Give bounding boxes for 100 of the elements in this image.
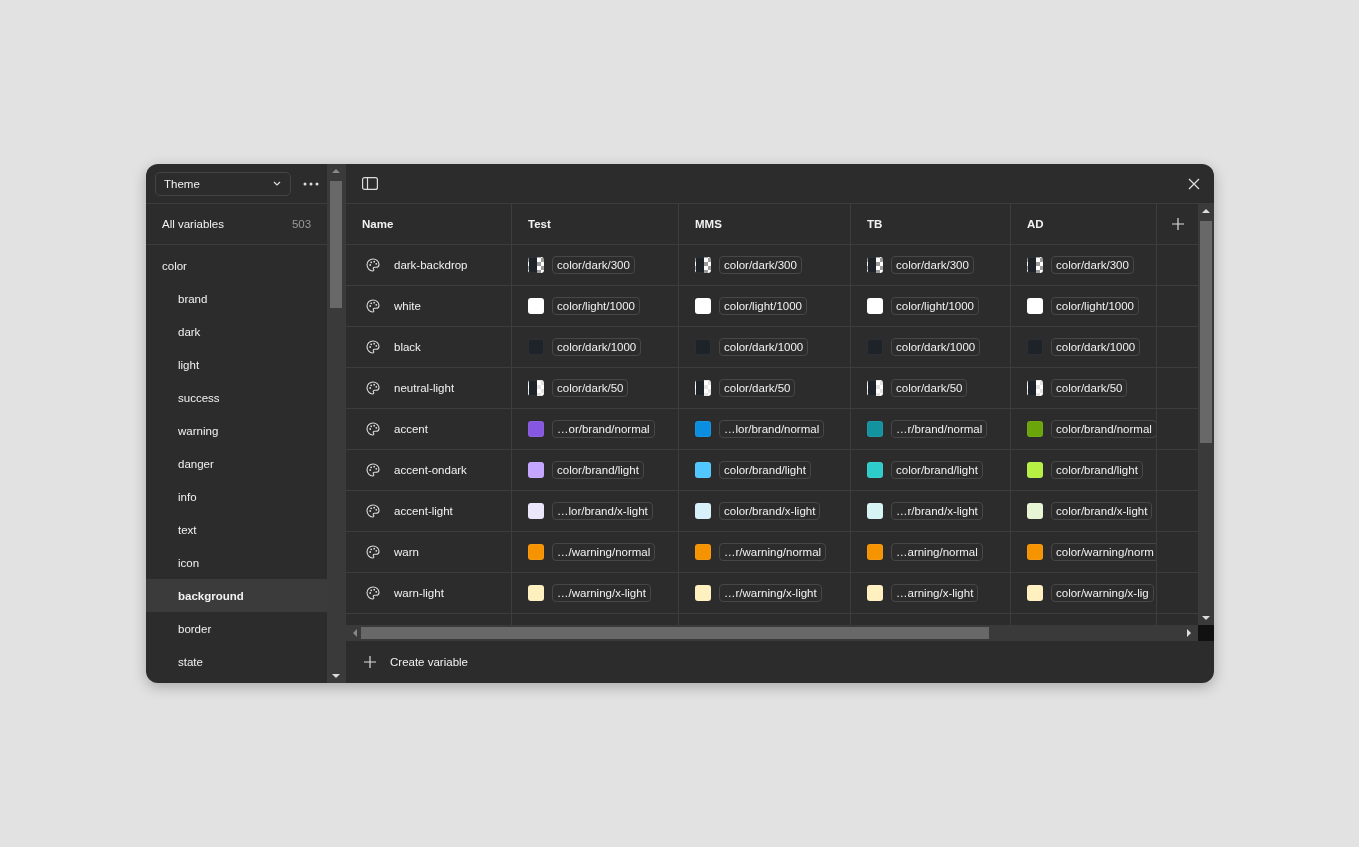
token-reference[interactable]: …r/warning/normal — [719, 543, 827, 561]
scrollbar-thumb[interactable] — [361, 627, 989, 639]
color-swatch[interactable] — [528, 585, 544, 601]
create-variable-button[interactable]: Create variable — [362, 652, 472, 672]
group-item[interactable]: success — [146, 381, 328, 414]
token-reference[interactable]: color/dark/300 — [1051, 256, 1134, 274]
color-swatch[interactable] — [528, 544, 544, 560]
token-reference[interactable]: color/brand/light — [891, 461, 983, 479]
scroll-left-arrow-icon[interactable] — [352, 629, 357, 637]
token-reference[interactable]: color/warning/x-lig — [1051, 584, 1154, 602]
color-swatch[interactable] — [867, 421, 883, 437]
color-swatch[interactable] — [867, 585, 883, 601]
token-reference[interactable]: color/brand/light — [719, 461, 811, 479]
token-reference[interactable]: color/dark/50 — [552, 379, 629, 397]
color-swatch[interactable] — [695, 585, 711, 601]
scroll-down-arrow-icon[interactable] — [1202, 616, 1210, 621]
token-reference[interactable]: color/warning/norm — [1051, 543, 1156, 561]
scroll-up-arrow-icon[interactable] — [1202, 208, 1210, 213]
collection-dropdown[interactable]: Theme — [155, 171, 291, 196]
color-swatch[interactable] — [867, 544, 883, 560]
color-swatch[interactable] — [695, 298, 711, 314]
color-swatch[interactable] — [1027, 257, 1043, 273]
token-reference[interactable]: color/brand/light — [1051, 461, 1143, 479]
color-swatch[interactable] — [528, 421, 544, 437]
horizontal-scrollbar[interactable] — [346, 625, 1198, 641]
token-reference[interactable]: …lor/brand/normal — [719, 420, 825, 438]
token-reference[interactable]: …r/brand/x-light — [891, 502, 983, 520]
group-item[interactable]: brand — [146, 282, 328, 315]
token-reference[interactable]: …arning/normal — [891, 543, 983, 561]
color-swatch[interactable] — [695, 503, 711, 519]
sidebar-scrollbar[interactable] — [327, 164, 345, 683]
color-swatch[interactable] — [528, 257, 544, 273]
token-reference[interactable]: …/warning/x-light — [552, 584, 651, 602]
color-swatch[interactable] — [1027, 421, 1043, 437]
token-reference[interactable]: color/dark/300 — [891, 256, 974, 274]
color-swatch[interactable] — [867, 298, 883, 314]
token-reference[interactable]: color/dark/50 — [891, 379, 968, 397]
token-reference[interactable]: color/dark/300 — [552, 256, 635, 274]
token-reference[interactable]: …r/warning/x-light — [719, 584, 822, 602]
token-reference[interactable]: color/brand/normal — [1051, 420, 1156, 438]
token-reference[interactable]: color/dark/1000 — [719, 338, 809, 356]
add-column-icon[interactable] — [1171, 218, 1184, 230]
color-swatch[interactable] — [1027, 585, 1043, 601]
token-reference[interactable]: color/light/1000 — [1051, 297, 1139, 315]
color-swatch[interactable] — [867, 257, 883, 273]
color-swatch[interactable] — [695, 544, 711, 560]
color-swatch[interactable] — [695, 380, 711, 396]
color-swatch[interactable] — [695, 421, 711, 437]
token-reference[interactable]: …or/brand/normal — [552, 420, 655, 438]
token-reference[interactable]: …lor/brand/x-light — [552, 502, 653, 520]
token-reference[interactable]: …r/brand/normal — [891, 420, 988, 438]
token-reference[interactable]: color/dark/1000 — [552, 338, 642, 356]
color-swatch[interactable] — [528, 380, 544, 396]
color-swatch[interactable] — [1027, 503, 1043, 519]
color-swatch[interactable] — [528, 503, 544, 519]
token-reference[interactable]: color/brand/x-light — [719, 502, 821, 520]
color-swatch[interactable] — [1027, 380, 1043, 396]
token-reference[interactable]: color/dark/50 — [719, 379, 796, 397]
group-item[interactable]: color — [146, 249, 328, 282]
color-swatch[interactable] — [528, 298, 544, 314]
color-swatch[interactable] — [1027, 462, 1043, 478]
group-item[interactable]: text — [146, 513, 328, 546]
more-options-icon[interactable] — [303, 181, 319, 186]
group-item[interactable]: light — [146, 348, 328, 381]
group-item[interactable]: warning — [146, 414, 328, 447]
color-swatch[interactable] — [1027, 544, 1043, 560]
token-reference[interactable]: color/light/1000 — [552, 297, 640, 315]
color-swatch[interactable] — [528, 462, 544, 478]
color-swatch[interactable] — [695, 462, 711, 478]
close-icon[interactable] — [1188, 177, 1200, 190]
token-reference[interactable]: color/light/1000 — [891, 297, 979, 315]
scroll-down-arrow-icon[interactable] — [332, 674, 341, 679]
group-item[interactable]: background — [146, 579, 328, 612]
token-reference[interactable]: color/brand/x-light — [1051, 502, 1153, 520]
token-reference[interactable]: …/warning/normal — [552, 543, 656, 561]
group-item[interactable]: state — [146, 645, 328, 678]
scrollbar-thumb[interactable] — [330, 181, 343, 308]
token-reference[interactable]: color/dark/50 — [1051, 379, 1128, 397]
table-scrollbar[interactable] — [1198, 204, 1214, 625]
color-swatch[interactable] — [1027, 298, 1043, 314]
token-reference[interactable]: color/light/1000 — [719, 297, 807, 315]
token-reference[interactable]: color/dark/1000 — [1051, 338, 1141, 356]
sidebar-toggle-icon[interactable] — [362, 177, 378, 190]
color-swatch[interactable] — [867, 503, 883, 519]
token-reference[interactable]: color/brand/light — [552, 461, 644, 479]
color-swatch[interactable] — [867, 462, 883, 478]
group-item[interactable]: dark — [146, 315, 328, 348]
group-item[interactable]: border — [146, 612, 328, 645]
group-item[interactable]: danger — [146, 447, 328, 480]
token-reference[interactable]: color/dark/300 — [719, 256, 802, 274]
scrollbar-thumb[interactable] — [1200, 221, 1212, 443]
scroll-right-arrow-icon[interactable] — [1187, 629, 1192, 637]
color-swatch[interactable] — [695, 257, 711, 273]
group-item[interactable]: icon — [146, 546, 328, 579]
all-variables-label[interactable]: All variables — [162, 218, 224, 230]
color-swatch[interactable] — [867, 380, 883, 396]
column-header: Name — [346, 204, 512, 244]
token-reference[interactable]: color/dark/1000 — [891, 338, 981, 356]
group-item[interactable]: info — [146, 480, 328, 513]
token-reference[interactable]: …arning/x-light — [891, 584, 979, 602]
